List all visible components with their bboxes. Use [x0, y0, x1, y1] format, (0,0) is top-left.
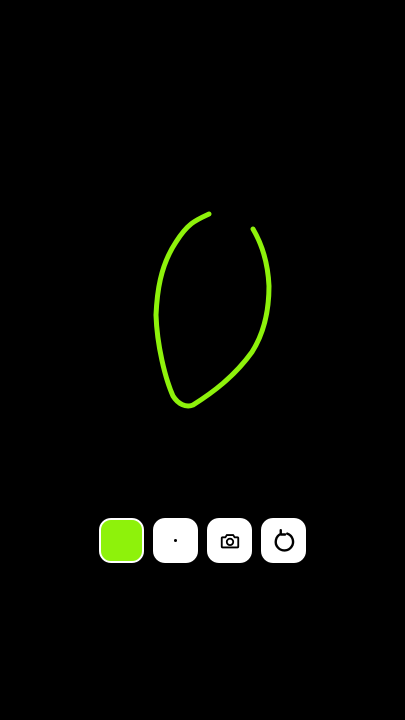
color-swatch-button[interactable] [99, 518, 144, 563]
camera-icon [219, 530, 241, 552]
brush-size-button[interactable] [153, 518, 198, 563]
undo-icon [271, 528, 297, 554]
drawing-toolbar [99, 518, 306, 563]
brush-size-dot [174, 539, 177, 542]
camera-button[interactable] [207, 518, 252, 563]
drawn-stroke [153, 211, 272, 409]
drawing-canvas[interactable] [0, 0, 405, 720]
undo-button[interactable] [261, 518, 306, 563]
